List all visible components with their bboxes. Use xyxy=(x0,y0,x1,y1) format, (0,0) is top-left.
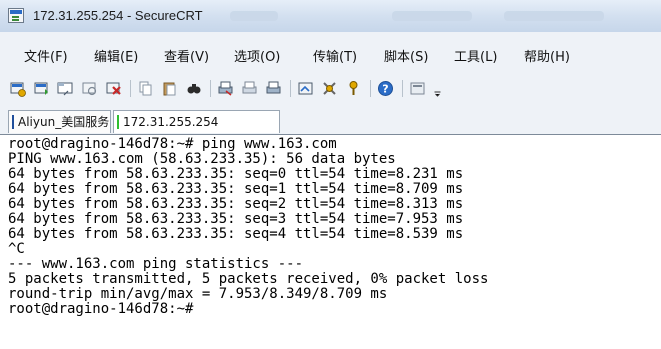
terminal-line: round-trip min/avg/max = 7.953/8.349/8.7… xyxy=(8,286,388,302)
toolbar-separator xyxy=(370,80,371,97)
toolbar-separator xyxy=(210,80,211,97)
toolbar-separator xyxy=(130,80,131,97)
toolbar-overflow[interactable] xyxy=(428,79,441,98)
paste-button[interactable] xyxy=(160,79,179,98)
terminal-line: 64 bytes from 58.63.233.35: seq=3 ttl=54… xyxy=(8,211,464,227)
printer-setup-icon xyxy=(266,81,281,94)
tab-label: 172.31.255.254 xyxy=(123,115,219,129)
quick-connect-icon xyxy=(34,82,48,95)
terminal-line: root@dragino-146d78:~# xyxy=(8,301,194,317)
chevron-down-icon xyxy=(434,91,441,97)
terminal-line: ^C xyxy=(8,241,25,257)
connect-in-tab-button[interactable] xyxy=(56,79,75,98)
keymap-button[interactable] xyxy=(344,79,363,98)
terminal-line: --- www.163.com ping statistics --- xyxy=(8,256,304,272)
paste-icon xyxy=(163,82,176,96)
printer-setup-button[interactable] xyxy=(264,79,283,98)
terminal-line: 64 bytes from 58.63.233.35: seq=2 ttl=54… xyxy=(8,196,464,212)
print-selection-button[interactable] xyxy=(240,79,259,98)
help-button[interactable]: ? xyxy=(376,79,395,98)
find-button[interactable] xyxy=(184,79,203,98)
connect-icon xyxy=(10,82,26,97)
quick-connect-button[interactable] xyxy=(32,79,51,98)
menu-tools[interactable]: 工具(L) xyxy=(454,46,497,65)
global-options-icon xyxy=(323,82,336,95)
tab-status-bar xyxy=(12,115,14,129)
terminal-line: 64 bytes from 58.63.233.35: seq=0 ttl=54… xyxy=(8,166,464,182)
help-icon: ? xyxy=(378,81,393,96)
reconnect-button[interactable] xyxy=(80,79,99,98)
copy-button[interactable] xyxy=(136,79,155,98)
connect-button[interactable] xyxy=(8,79,27,98)
tab-aliyun-us-server[interactable]: Aliyun_美国服务器 xyxy=(8,110,111,151)
reconnect-icon xyxy=(82,82,97,96)
blurred-taskbar-decoration xyxy=(504,11,604,21)
terminal-line: 5 packets transmitted, 5 packets receive… xyxy=(8,271,489,287)
tab-172-31-255-254[interactable]: 172.31.255.254 xyxy=(113,110,280,133)
tab-status-bar xyxy=(117,115,119,129)
menu-view[interactable]: 查看(V) xyxy=(164,46,209,65)
disconnect-button[interactable] xyxy=(104,79,123,98)
button-bar-icon xyxy=(410,82,425,95)
toolbar-separator xyxy=(290,80,291,97)
print-button[interactable] xyxy=(216,79,235,98)
securecrt-app-icon[interactable] xyxy=(8,8,24,23)
blurred-taskbar-decoration xyxy=(392,11,472,21)
session-options-button[interactable] xyxy=(296,79,315,98)
menu-transfer[interactable]: 传输(T) xyxy=(313,46,357,65)
session-options-icon xyxy=(298,82,313,95)
keymap-icon xyxy=(349,81,358,95)
print-icon xyxy=(218,81,233,96)
menu-script[interactable]: 脚本(S) xyxy=(384,46,428,65)
copy-icon xyxy=(139,81,152,96)
find-icon xyxy=(187,84,201,94)
menu-help[interactable]: 帮助(H) xyxy=(524,46,570,65)
connect-in-tab-icon xyxy=(57,82,73,96)
disconnect-icon xyxy=(106,82,121,95)
terminal-line: root@dragino-146d78:~# ping www.163.com xyxy=(8,136,337,152)
terminal-line: 64 bytes from 58.63.233.35: seq=1 ttl=54… xyxy=(8,181,464,197)
terminal-line: PING www.163.com (58.63.233.35): 56 data… xyxy=(8,151,396,167)
menu-options[interactable]: 选项(O) xyxy=(234,46,280,65)
blurred-taskbar-decoration xyxy=(230,11,278,21)
window-title: 172.31.255.254 - SecureCRT xyxy=(33,8,203,23)
svg-text:?: ? xyxy=(382,83,388,96)
global-options-button[interactable] xyxy=(320,79,339,98)
button-bar-button[interactable] xyxy=(408,79,427,98)
terminal-line: 64 bytes from 58.63.233.35: seq=4 ttl=54… xyxy=(8,226,464,242)
print-selection-icon xyxy=(242,81,257,94)
menu-edit[interactable]: 编辑(E) xyxy=(94,46,138,65)
menu-file[interactable]: 文件(F) xyxy=(24,46,68,65)
toolbar-separator xyxy=(402,80,403,97)
